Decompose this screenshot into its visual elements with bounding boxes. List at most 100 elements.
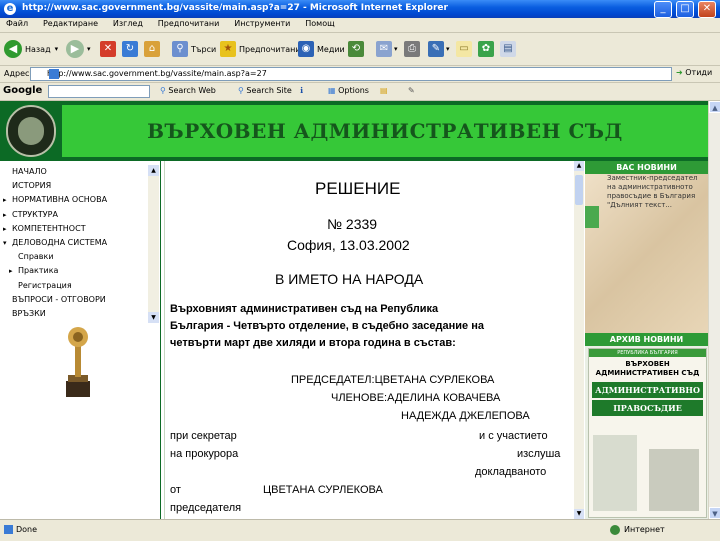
google-search-web-button[interactable]: ⚲ Search Web — [160, 86, 216, 95]
scroll-down-icon[interactable]: ▼ — [574, 509, 584, 519]
pen-icon: ✎ — [408, 86, 415, 95]
news-accent — [585, 206, 599, 228]
news-panel: Заместник-председател на административно… — [585, 174, 708, 334]
nav-item[interactable]: ИСТОРИЯ — [0, 179, 148, 193]
go-arrow-icon: ➜ — [676, 68, 683, 77]
left-navigation: НАЧАЛО ИСТОРИЯ ▸ НОРМАТИВНА ОСНОВА ▸ СТРУКТУР… — [0, 161, 161, 519]
nav-item[interactable]: ▸ НОРМАТИВНА ОСНОВА — [0, 193, 148, 207]
go-button[interactable]: ➜ Отиди — [676, 68, 712, 77]
note-icon: ▭ — [456, 41, 472, 57]
favorites-button[interactable]: ★ Предпочитани — [220, 39, 301, 59]
stop-button[interactable]: ✕ — [100, 39, 116, 59]
mail-button[interactable]: ✉ ▾ — [376, 39, 398, 59]
edit-button[interactable]: ✎ ▾ — [428, 39, 450, 59]
nav-item[interactable]: Справки — [0, 250, 148, 264]
nav-item-label: ИСТОРИЯ — [12, 181, 52, 191]
print-button[interactable]: ⎙ — [404, 39, 420, 59]
chevron-down-icon: ▾ — [87, 45, 91, 53]
back-button[interactable]: ◀ Назад ▾ — [4, 39, 58, 59]
menu-help[interactable]: Помощ — [299, 18, 340, 29]
decision-para-line-2: България - Четвърто отделение, в съдебно… — [170, 320, 484, 332]
nav-item[interactable]: ВРЪЗКИ — [0, 307, 148, 321]
chevron-down-icon: ▾ — [446, 45, 450, 53]
home-button[interactable]: ⌂ — [144, 39, 160, 59]
google-options-button[interactable]: ▦ Options — [328, 86, 369, 95]
research-icon: ▤ — [500, 41, 516, 57]
media-icon: ◉ — [298, 41, 314, 57]
cover-title: ВЪРХОВЕН АДМИНИСТРАТИВЕН СЪД — [595, 360, 700, 377]
info-icon: ℹ — [300, 86, 304, 95]
panel-chair: ПРЕДСЕДАТЕЛ:ЦВЕТАНА СУРЛЕКОВА — [291, 374, 495, 386]
maximize-button[interactable]: □ — [676, 1, 694, 18]
participation-label: и с участието — [479, 430, 548, 442]
close-button[interactable]: ✕ — [698, 1, 716, 18]
decision-in-name: В ИМЕТО НА НАРОДА — [275, 271, 424, 287]
search-button[interactable]: ⚲ Търси — [172, 39, 216, 59]
news-header: ВАС НОВИНИ — [585, 161, 708, 174]
options-label: Options — [338, 86, 369, 95]
news-text[interactable]: Заместник-председател на административно… — [607, 174, 705, 210]
nav-item[interactable]: ВЪПРОСИ - ОТГОВОРИ — [0, 293, 148, 307]
menu-edit[interactable]: Редактиране — [37, 18, 104, 29]
pen-button[interactable]: ✎ — [408, 86, 415, 95]
scroll-up-icon[interactable]: ▲ — [709, 101, 720, 113]
nav-item-label: СТРУКТУРА — [12, 209, 58, 219]
triangle-right-icon: ▸ — [3, 210, 7, 219]
scroll-thumb[interactable] — [575, 175, 583, 205]
nav-item[interactable]: ▸ КОМПЕТЕНТНОСТ — [0, 222, 148, 236]
scroll-down-icon[interactable]: ▼ — [709, 507, 720, 519]
nav-scrollbar[interactable]: ▲ ▼ — [148, 165, 159, 323]
nav-item-label: ВЪПРОСИ - ОТГОВОРИ — [12, 294, 106, 304]
highlight-button[interactable]: ▤ — [380, 86, 388, 95]
content-scrollbar[interactable]: ▲ ▼ — [574, 161, 584, 519]
google-info-button[interactable]: ℹ — [300, 86, 303, 95]
menu-view[interactable]: Изглед — [107, 18, 149, 29]
address-input[interactable]: http://www.sac.government.bg/vassite/mai… — [30, 67, 672, 81]
search-site-label: Search Site — [246, 86, 292, 95]
nav-item[interactable]: НАЧАЛО — [0, 165, 148, 179]
options-icon: ▦ — [328, 86, 336, 95]
decision-para-line-1: Върховният административен съд на Републ… — [170, 303, 439, 315]
nav-item[interactable]: Регистрация — [0, 279, 148, 293]
chevron-down-icon: ▾ — [394, 45, 398, 53]
status-bar: Done Интернет — [0, 519, 720, 541]
scroll-down-icon[interactable]: ▼ — [148, 312, 159, 323]
nav-item[interactable]: ▾ ДЕЛОВОДНА СИСТЕМА — [0, 236, 148, 250]
discuss-button[interactable]: ▭ — [456, 39, 472, 59]
nav-item-label: НАЧАЛО — [12, 167, 47, 176]
decision-para-line-3: четвърти март две хиляди и втора година … — [170, 337, 456, 349]
nav-item[interactable]: ▸ Практика — [0, 264, 148, 278]
menu-favorites[interactable]: Предпочитани — [152, 18, 226, 29]
nav-item[interactable]: ▸ СТРУКТУРА — [0, 208, 148, 222]
triangle-down-icon: ▾ — [3, 238, 7, 247]
nav-item-label: ДЕЛОВОДНА СИСТЕМА — [12, 237, 108, 247]
menu-tools[interactable]: Инструменти — [228, 18, 296, 29]
status-text: Done — [16, 525, 38, 534]
journal-cover[interactable]: РЕПУБЛИКА БЪЛГАРИЯ ВЪРХОВЕН АДМИНИСТРАТИ… — [588, 348, 707, 518]
heard-label: изслуша — [517, 448, 561, 460]
menu-file[interactable]: Файл — [0, 18, 34, 29]
cover-top: РЕПУБЛИКА БЪЛГАРИЯ — [589, 349, 706, 357]
forward-button[interactable]: ▶ ▾ — [66, 39, 91, 59]
home-icon: ⌂ — [144, 41, 160, 57]
refresh-button[interactable]: ↻ — [122, 39, 138, 59]
search-label: Търси — [191, 44, 217, 54]
media-button[interactable]: ◉ Медии — [298, 39, 345, 59]
scroll-up-icon[interactable]: ▲ — [574, 161, 584, 171]
google-search-input[interactable] — [48, 85, 150, 98]
nav-item-label: НОРМАТИВНА ОСНОВА — [12, 195, 108, 205]
archive-panel[interactable]: РЕПУБЛИКА БЪЛГАРИЯ ВЪРХОВЕН АДМИНИСТРАТИ… — [585, 346, 708, 519]
window-scrollbar[interactable]: ▲ ▼ — [708, 101, 720, 519]
google-search-site-button[interactable]: ⚲ Search Site — [238, 86, 292, 95]
prosecutor-label: на прокурора — [170, 448, 239, 460]
scroll-up-icon[interactable]: ▲ — [148, 165, 159, 176]
cover-photo-left — [593, 435, 637, 511]
triangle-right-icon: ▸ — [3, 196, 7, 205]
back-arrow-icon: ◀ — [4, 40, 22, 58]
history-button[interactable]: ⟲ — [348, 39, 364, 59]
secretary-label: при секретар — [170, 430, 237, 442]
messenger-button[interactable]: ✿ — [478, 39, 494, 59]
research-button[interactable]: ▤ — [500, 39, 516, 59]
minimize-button[interactable]: _ — [654, 1, 672, 18]
nav-item-label: Регистрация — [18, 280, 72, 290]
